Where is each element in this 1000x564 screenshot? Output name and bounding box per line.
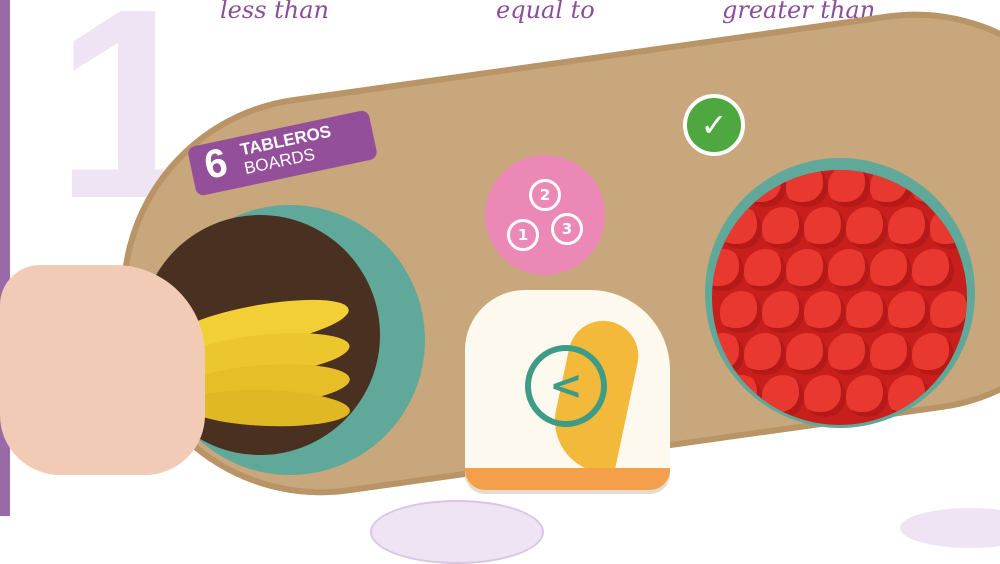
strawberry [744, 170, 786, 207]
strawberry [828, 249, 870, 291]
strawberry [786, 170, 828, 207]
strawberry [786, 249, 828, 291]
strawberry [870, 249, 912, 291]
caption-less-than: less than [220, 0, 330, 24]
strawberry [888, 291, 930, 333]
comparison-symbol: < [525, 345, 607, 427]
strawberry [744, 333, 786, 375]
token-number: 2 [529, 179, 561, 211]
strawberry [912, 170, 954, 207]
strawberry [888, 375, 930, 417]
check-icon: ✓ [683, 94, 745, 156]
token-number: 3 [551, 213, 583, 245]
strawberry [846, 291, 888, 333]
strawberry [912, 333, 954, 375]
strawberry [828, 333, 870, 375]
strawberry [804, 375, 846, 417]
strawberry [762, 375, 804, 417]
strawberry [712, 333, 744, 375]
strawberry [870, 170, 912, 207]
strawberry [930, 291, 967, 333]
strawberry [720, 207, 762, 249]
strawberry [804, 291, 846, 333]
decorative-oval [370, 500, 544, 564]
strawberry [870, 333, 912, 375]
strawberry [804, 207, 846, 249]
strawberry [762, 291, 804, 333]
token-number: 1 [507, 219, 539, 251]
decorative-oval [900, 508, 1000, 548]
hand [0, 265, 205, 475]
strawberry [912, 249, 954, 291]
strawberry [846, 207, 888, 249]
strawberry [828, 170, 870, 207]
strawberry [930, 207, 967, 249]
strawberry [720, 291, 762, 333]
number-token: 2 1 3 [485, 155, 605, 275]
strawberry [744, 249, 786, 291]
strawberry [720, 375, 762, 417]
strawberry [786, 333, 828, 375]
strawberry [712, 249, 744, 291]
strawberry [888, 207, 930, 249]
strawberry [846, 375, 888, 417]
strawberry [930, 375, 967, 417]
badge-count: 6 [200, 140, 232, 188]
dino-symbol-card: < [465, 290, 670, 490]
caption-equal-to: equal to [496, 0, 595, 24]
strawberry-card [712, 170, 967, 425]
strawberry [762, 207, 804, 249]
